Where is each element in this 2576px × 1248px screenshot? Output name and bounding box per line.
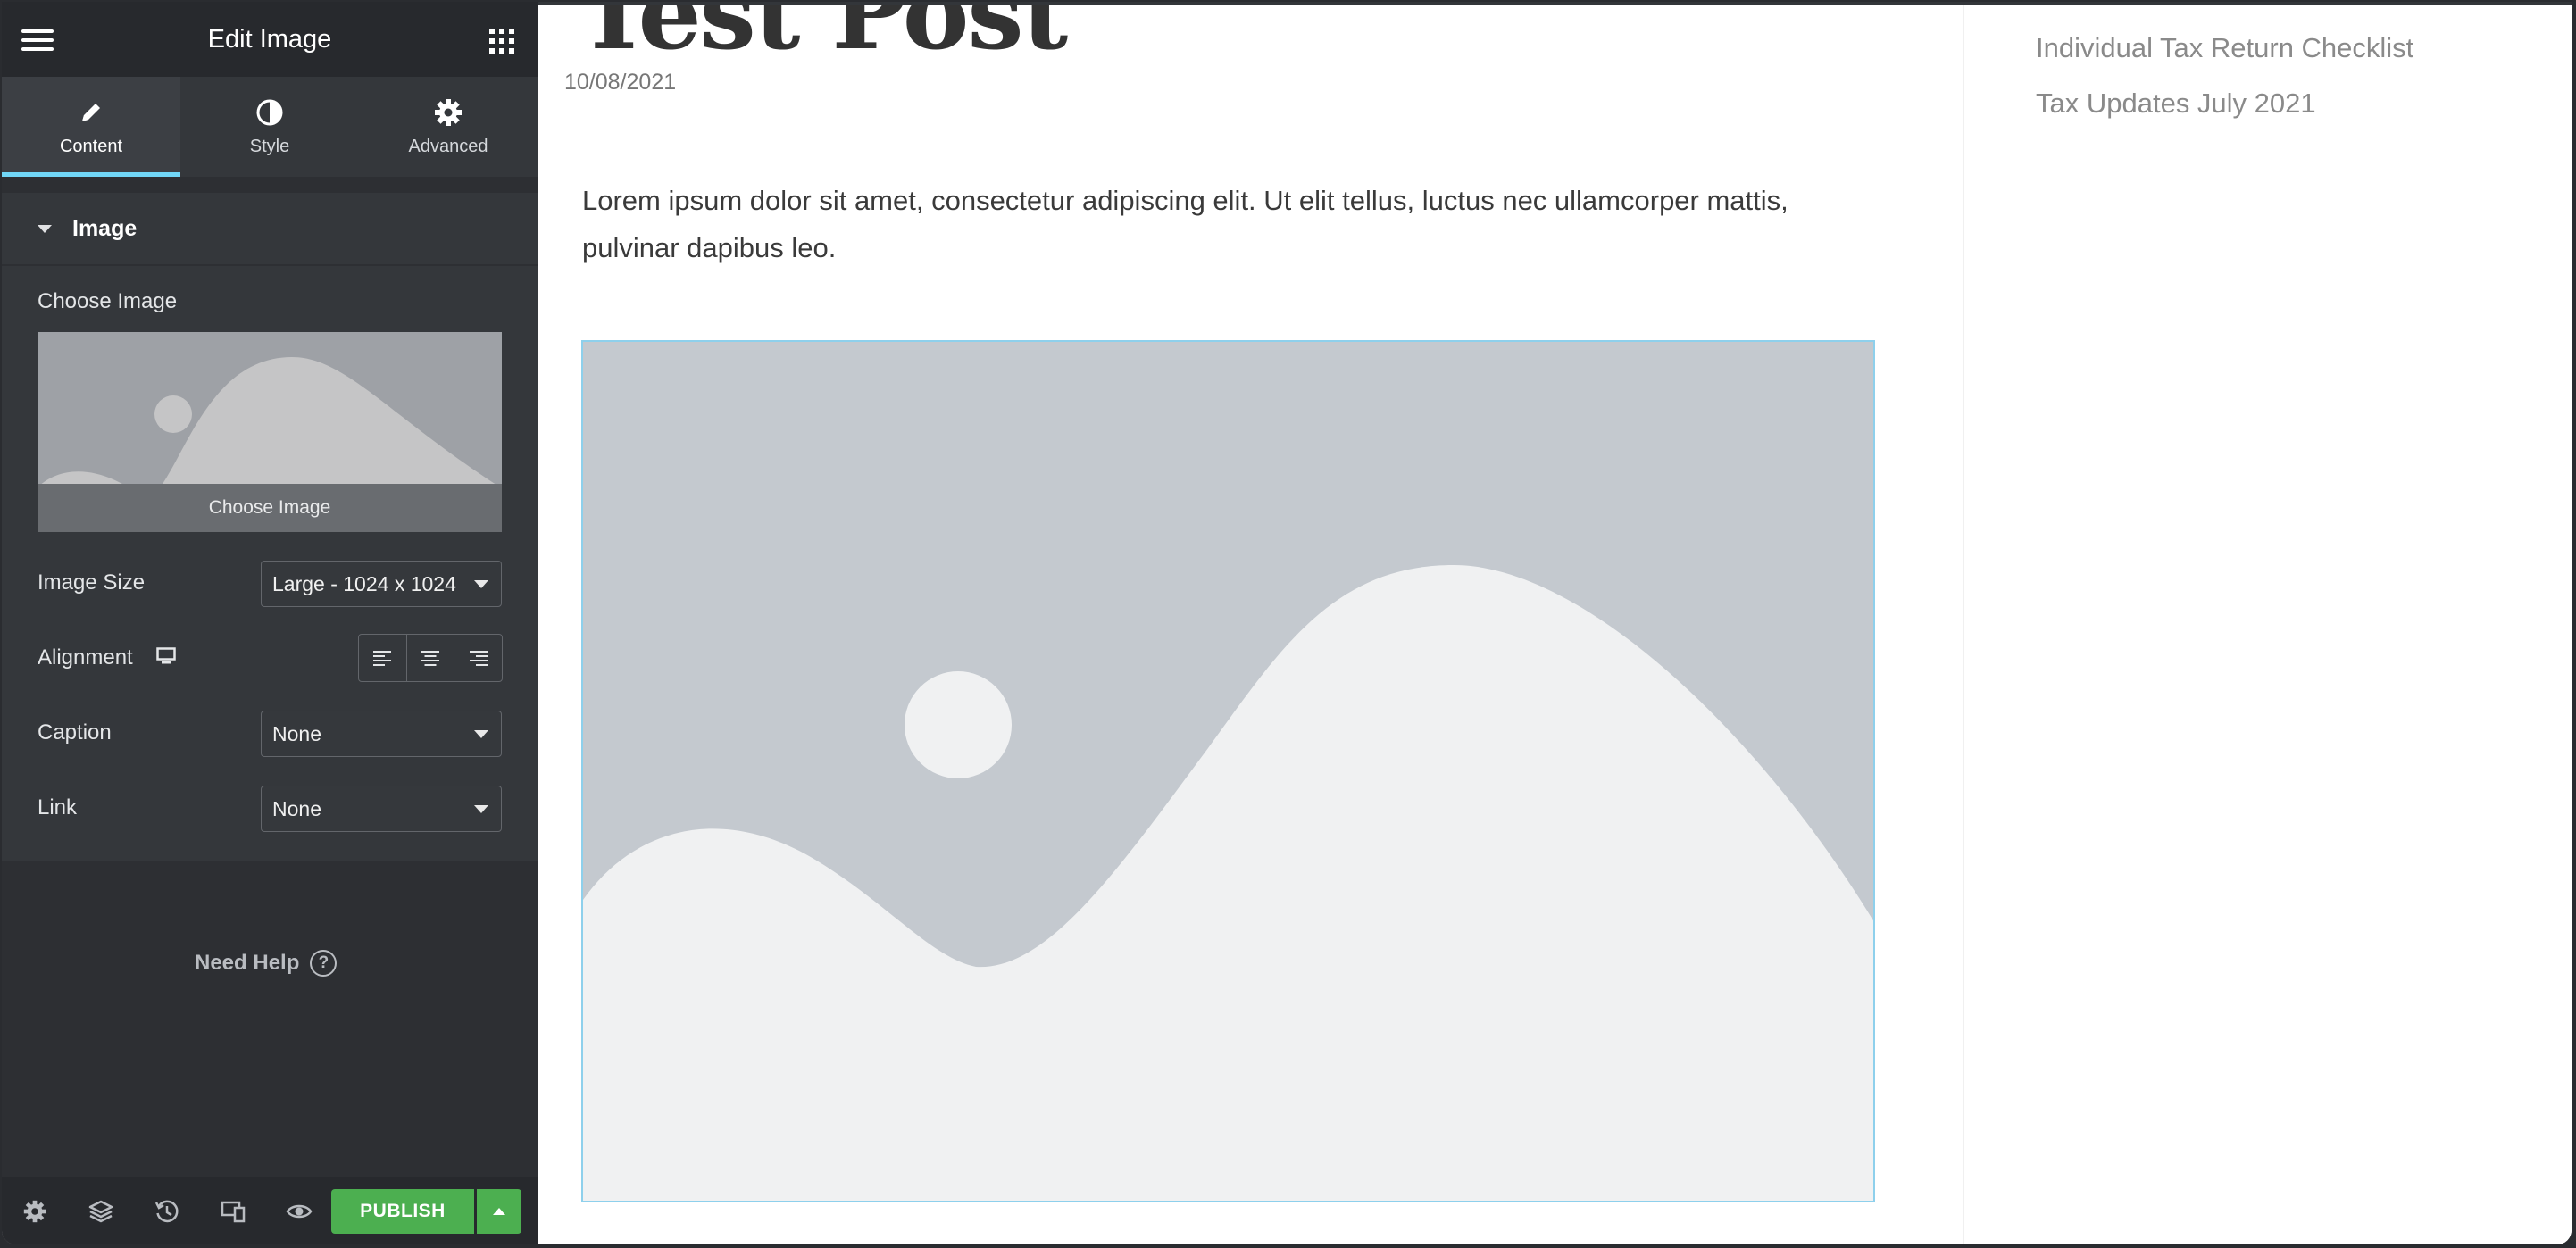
tab-advanced[interactable]: Advanced — [359, 77, 538, 177]
widgets-grid-icon[interactable] — [489, 29, 514, 54]
align-right-icon — [469, 651, 488, 666]
half-circle-icon — [254, 97, 285, 128]
app-window: Edit Image Content Style Advanced Image … — [2, 2, 2572, 1244]
align-left-button[interactable] — [359, 635, 406, 681]
caret-up-icon — [493, 1208, 505, 1215]
dropdown-arrow-icon — [474, 580, 488, 588]
history-icon[interactable] — [154, 1198, 180, 1225]
editor-panel: Edit Image Content Style Advanced Image … — [2, 2, 538, 1244]
caption-select[interactable]: None — [261, 711, 502, 757]
link-value: None — [272, 796, 321, 820]
controls-area: Choose Image Choose Image Image Size Lar… — [2, 266, 538, 861]
section-title: Image — [72, 215, 138, 241]
choose-image-control[interactable]: Choose Image — [38, 332, 502, 532]
image-placeholder-icon — [583, 565, 1873, 1201]
need-help-label: Need Help — [195, 951, 300, 975]
choose-image-button-label: Choose Image — [208, 497, 331, 518]
pencil-icon — [76, 97, 106, 128]
question-circle-icon: ? — [310, 950, 338, 977]
tab-advanced-label: Advanced — [408, 136, 488, 156]
caption-label: Caption — [38, 720, 112, 745]
image-widget[interactable] — [581, 340, 1875, 1202]
desktop-icon[interactable] — [156, 647, 176, 670]
preview-eye-icon[interactable] — [286, 1198, 313, 1225]
post-title: Test Post — [577, 2, 1068, 72]
responsive-mode-icon[interactable] — [220, 1198, 246, 1225]
dropdown-arrow-icon — [474, 730, 488, 738]
link-label: Link — [38, 795, 78, 820]
dropdown-arrow-icon — [474, 805, 488, 813]
panel-title: Edit Image — [207, 24, 332, 54]
panel-tabs: Content Style Advanced — [2, 77, 538, 177]
need-help-link[interactable]: Need Help ? — [195, 950, 338, 977]
align-center-icon — [421, 651, 439, 666]
recent-post-link[interactable]: Tax Updates July 2021 — [2036, 87, 2316, 120]
hamburger-menu-icon[interactable] — [21, 29, 54, 51]
alignment-label: Alignment — [38, 645, 133, 670]
tab-content[interactable]: Content — [2, 77, 180, 177]
publish-label: PUBLISH — [360, 1201, 446, 1221]
sidebar-divider — [1963, 2, 1964, 1244]
tab-style[interactable]: Style — [180, 77, 359, 177]
panel-header: Edit Image — [2, 2, 538, 77]
choose-image-label: Choose Image — [38, 289, 178, 313]
caret-down-icon — [38, 224, 52, 233]
settings-icon[interactable] — [21, 1198, 48, 1225]
alignment-button-group — [358, 634, 503, 682]
recent-post-link[interactable]: Individual Tax Return Checklist — [2036, 32, 2413, 64]
link-select[interactable]: None — [261, 786, 502, 832]
image-size-value: Large - 1024 x 1024 — [272, 571, 456, 595]
image-size-label: Image Size — [38, 570, 146, 595]
align-left-icon — [373, 651, 392, 666]
panel-footer: PUBLISH — [2, 1177, 538, 1244]
page-preview: Test Post 10/08/2021 Lorem ipsum dolor s… — [538, 2, 2572, 1244]
post-date: 10/08/2021 — [564, 70, 677, 95]
publish-button[interactable]: PUBLISH — [331, 1189, 474, 1234]
align-right-button[interactable] — [454, 635, 502, 681]
tab-content-label: Content — [59, 136, 123, 156]
tab-style-label: Style — [249, 136, 290, 156]
align-center-button[interactable] — [405, 635, 454, 681]
gear-icon — [433, 97, 463, 128]
choose-image-button[interactable]: Choose Image — [38, 484, 502, 532]
image-size-select[interactable]: Large - 1024 x 1024 — [261, 561, 502, 607]
section-toggle-image[interactable]: Image — [2, 193, 538, 264]
navigator-layers-icon[interactable] — [88, 1198, 114, 1225]
post-body-text: Lorem ipsum dolor sit amet, consectetur … — [582, 185, 1788, 263]
publish-options-button[interactable] — [477, 1189, 521, 1234]
caption-value: None — [272, 721, 321, 745]
preview-top-border — [538, 2, 2572, 5]
